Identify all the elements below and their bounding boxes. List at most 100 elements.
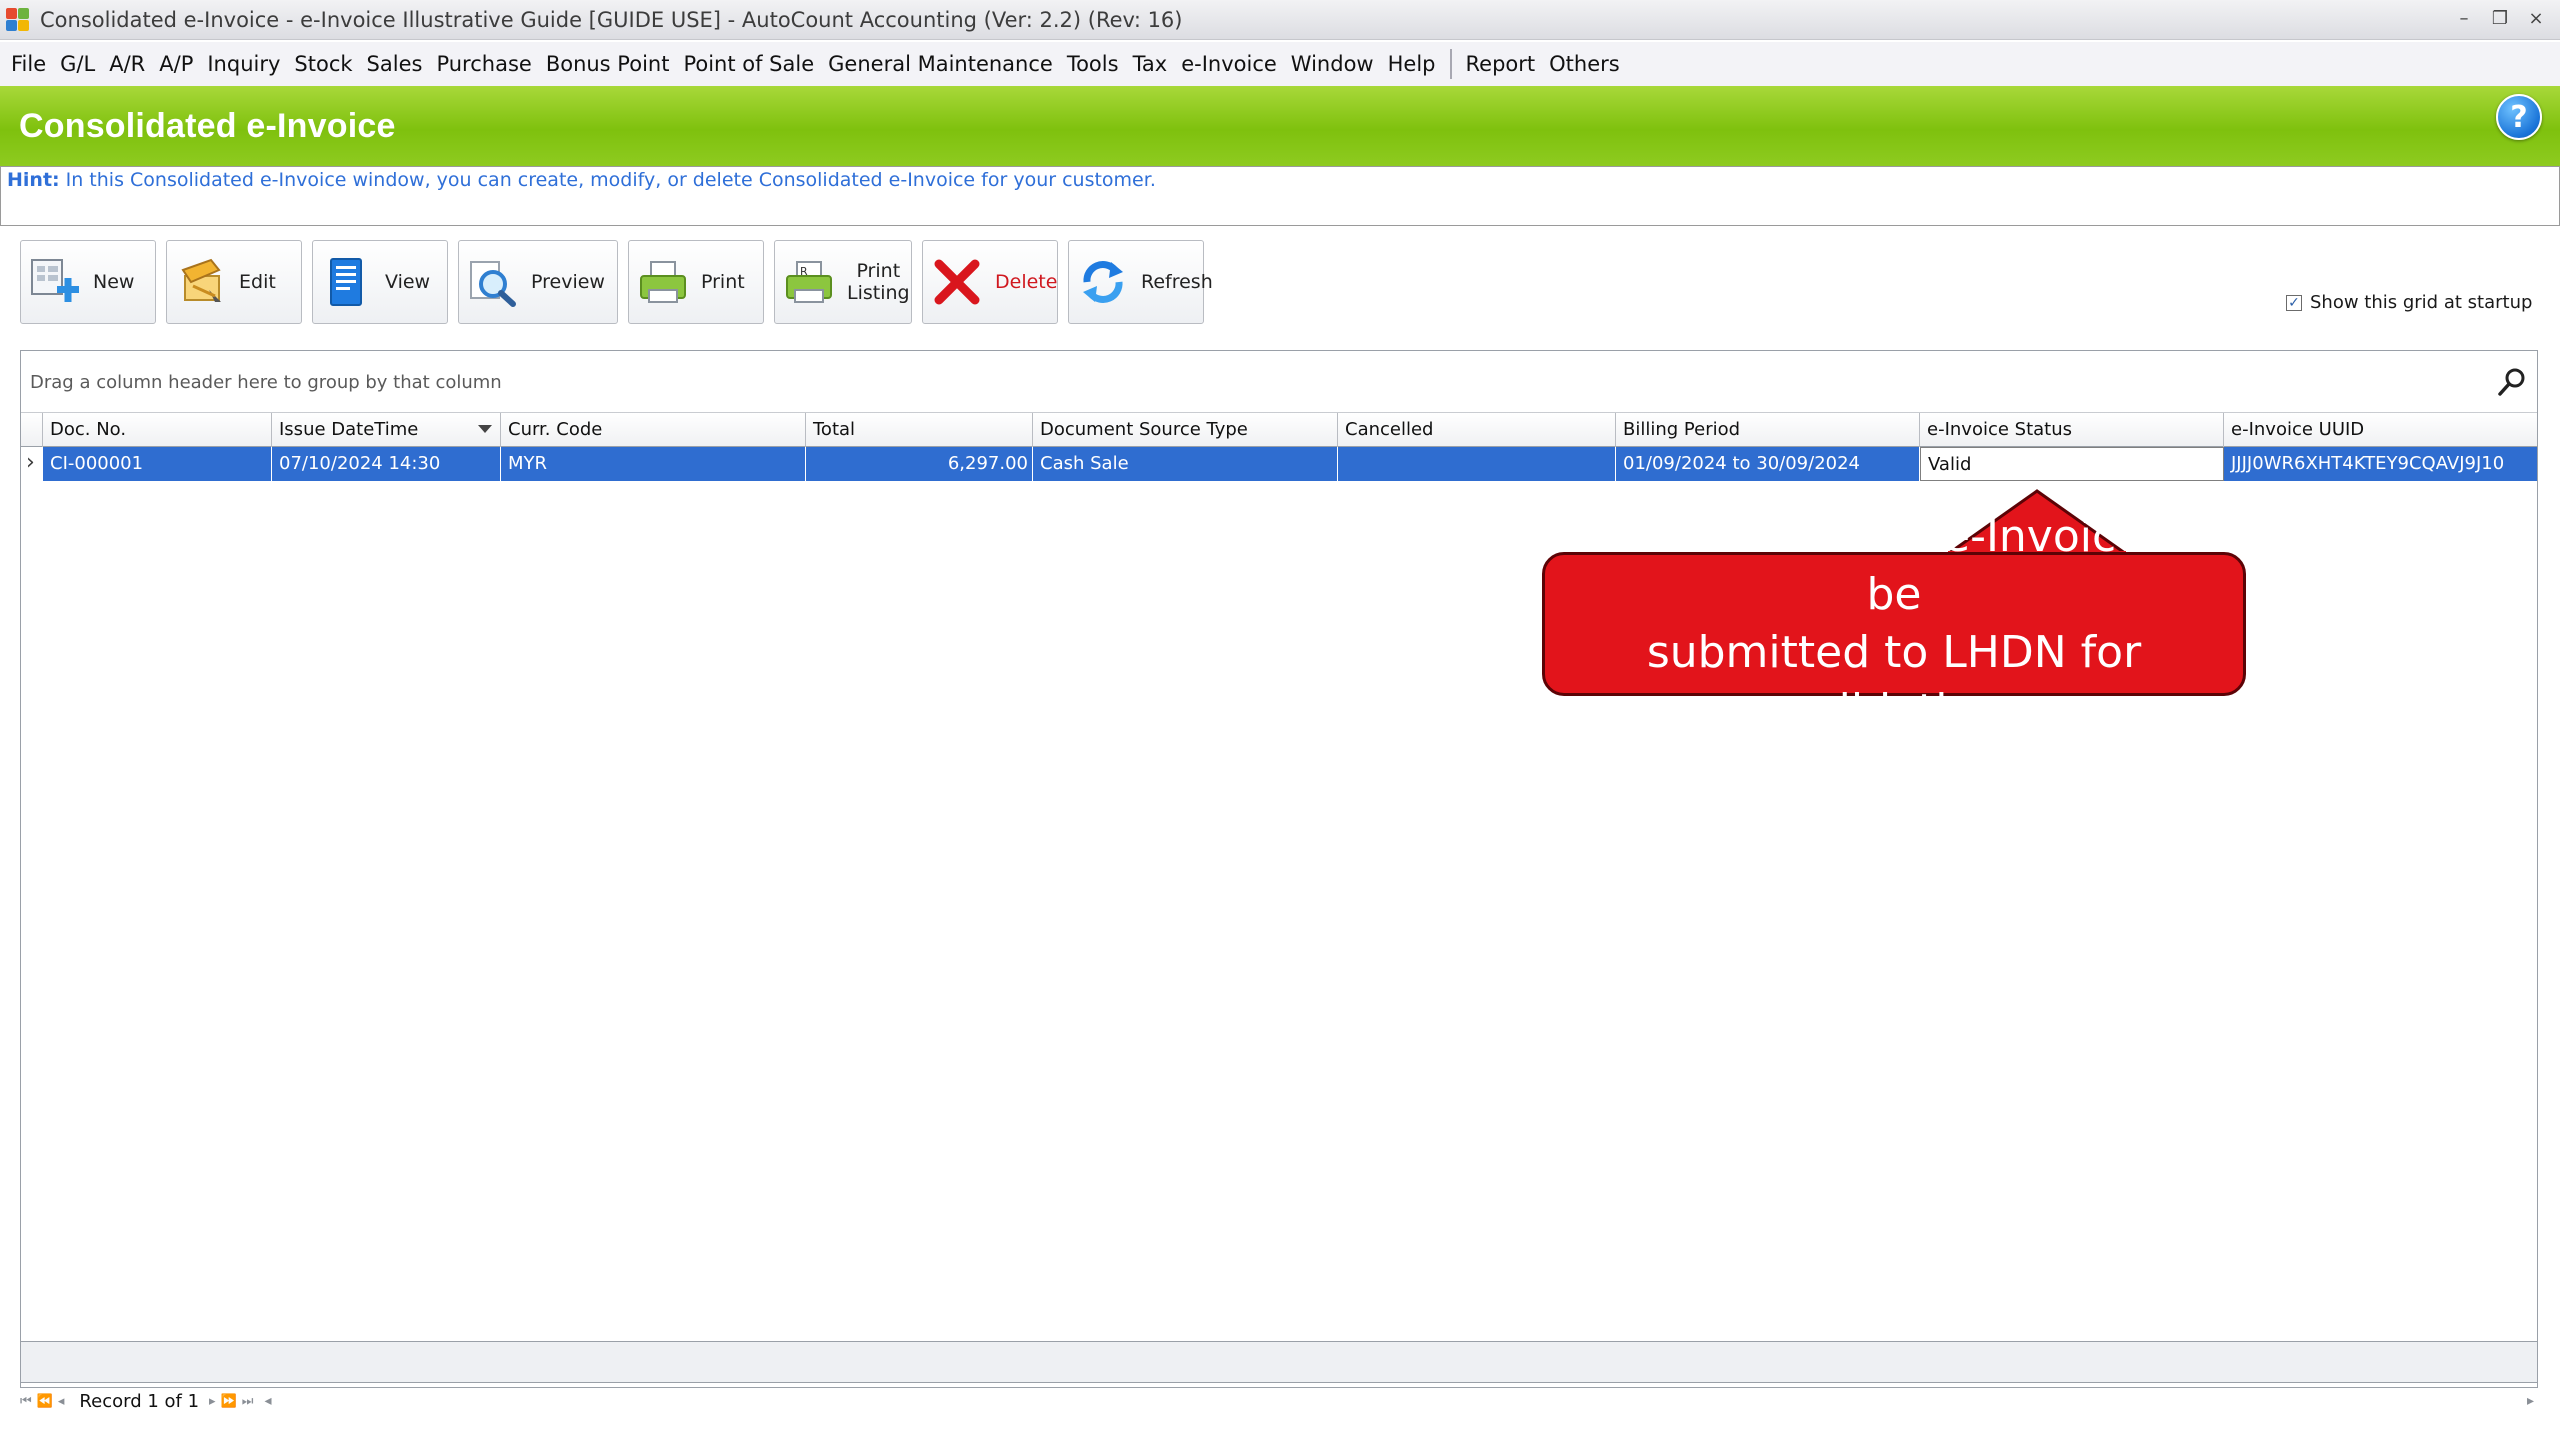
column-header-e-invoice-uuid[interactable]: e-Invoice UUID [2224, 413, 2537, 447]
view-button-label: View [385, 271, 431, 293]
page-header: Consolidated e-Invoice ? [0, 86, 2560, 166]
window-controls: – ❐ × [2446, 2, 2554, 34]
print-button[interactable]: Print [628, 240, 764, 324]
cell-e-invoice-status[interactable]: Valid [1920, 447, 2224, 481]
annotation-callout: 16. Consolidated e-Invoice will be submi… [1542, 511, 2246, 736]
toolbar: New Edit View Preview Print R Print List… [20, 240, 1214, 324]
column-header-billing-period[interactable]: Billing Period [1616, 413, 1920, 447]
column-header-curr-code[interactable]: Curr. Code [501, 413, 806, 447]
row-indicator-icon: › [21, 447, 43, 481]
scroll-right-arrow-icon[interactable]: ▸ [2527, 1393, 2534, 1409]
delete-x-icon [931, 256, 983, 308]
menu-point-of-sale[interactable]: Point of Sale [676, 52, 821, 76]
cell-doc-no[interactable]: CI-000001 [43, 447, 272, 481]
print-button-label: Print [701, 271, 745, 293]
menu-report[interactable]: Report [1459, 52, 1543, 76]
edit-button[interactable]: Edit [166, 240, 302, 324]
column-header-doc-no[interactable]: Doc. No. [43, 413, 272, 447]
menu-general-maintenance[interactable]: General Maintenance [821, 52, 1060, 76]
restore-button[interactable]: ❐ [2482, 2, 2518, 34]
column-header-cancelled[interactable]: Cancelled [1338, 413, 1616, 447]
column-header-total[interactable]: Total [806, 413, 1033, 447]
record-position-text: Record 1 of 1 [79, 1390, 200, 1412]
menu-window[interactable]: Window [1284, 52, 1381, 76]
menu-gl[interactable]: G/L [53, 52, 102, 76]
menu-tools[interactable]: Tools [1060, 52, 1126, 76]
print-listing-label-line2: Listing [847, 282, 910, 304]
menu-e-invoice[interactable]: e-Invoice [1174, 52, 1284, 76]
edit-button-label: Edit [239, 271, 276, 293]
preview-button-label: Preview [531, 271, 605, 293]
column-header-e-invoice-status[interactable]: e-Invoice Status [1920, 413, 2224, 447]
grid-footer-panel [21, 1341, 2537, 1383]
new-button-label: New [93, 271, 135, 293]
cell-document-source-type[interactable]: Cash Sale [1033, 447, 1338, 481]
window-title: Consolidated e-Invoice - e-Invoice Illus… [40, 7, 1183, 32]
next-page-button[interactable]: ⏩ [221, 1394, 237, 1409]
menu-inquiry[interactable]: Inquiry [200, 52, 287, 76]
menu-others[interactable]: Others [1542, 52, 1627, 76]
previous-page-button[interactable]: ⏪ [37, 1394, 53, 1409]
cell-e-invoice-uuid[interactable]: JJJJ0WR6XHT4KTEY9CQAVJ9J10 [2224, 447, 2537, 481]
show-grid-at-startup: ✓ Show this grid at startup [2286, 292, 2532, 313]
refresh-icon [1077, 256, 1129, 308]
record-navigator: ⏮ ⏪ ◂ Record 1 of 1 ▸ ⏩ ⏭ ◂ ▸ [20, 1388, 2538, 1414]
menu-tax[interactable]: Tax [1126, 52, 1175, 76]
view-button[interactable]: View [312, 240, 448, 324]
show-grid-checkbox[interactable]: ✓ [2286, 294, 2302, 311]
menu-purchase[interactable]: Purchase [429, 52, 538, 76]
group-by-hint: Drag a column header here to group by th… [30, 372, 502, 393]
menu-ap[interactable]: A/P [152, 52, 200, 76]
hint-text: In this Consolidated e-Invoice window, y… [65, 169, 1156, 191]
new-button[interactable]: New [20, 240, 156, 324]
delete-button-label: Delete [995, 271, 1058, 293]
row-indicator-header [21, 413, 43, 447]
menu-help[interactable]: Help [1381, 52, 1443, 76]
printer-icon [637, 256, 689, 308]
last-record-button[interactable]: ⏭ [242, 1394, 254, 1409]
menu-sales[interactable]: Sales [360, 52, 430, 76]
main-menu-bar: File G/L A/R A/P Inquiry Stock Sales Pur… [0, 42, 2560, 86]
menu-file[interactable]: File [4, 52, 53, 76]
print-listing-button[interactable]: R Print Listing [774, 240, 912, 324]
cell-issue-datetime[interactable]: 07/10/2024 14:30 [272, 447, 501, 481]
cell-billing-period[interactable]: 01/09/2024 to 30/09/2024 [1616, 447, 1920, 481]
menu-bonus-point[interactable]: Bonus Point [539, 52, 677, 76]
print-listing-icon: R [783, 256, 835, 308]
page-title: Consolidated e-Invoice [19, 106, 396, 145]
window-title-bar: Consolidated e-Invoice - e-Invoice Illus… [0, 0, 2560, 40]
menu-separator [1449, 49, 1452, 79]
hint-label: Hint: [7, 169, 60, 191]
help-icon[interactable]: ? [2496, 94, 2542, 140]
sort-descending-icon [478, 425, 492, 433]
grid-header-row: Doc. No. Issue DateTime Curr. Code Total… [21, 413, 2537, 447]
autocount-app-icon [6, 7, 30, 32]
new-document-icon [29, 256, 81, 308]
menu-stock[interactable]: Stock [287, 52, 359, 76]
first-record-button[interactable]: ⏮ [20, 1394, 32, 1409]
refresh-button[interactable]: Refresh [1068, 240, 1213, 324]
show-grid-checkbox-label: Show this grid at startup [2310, 292, 2533, 313]
table-row[interactable]: › CI-000001 07/10/2024 14:30 MYR 6,297.0… [21, 447, 2537, 481]
callout-line-2: submitted to LHDN for validation [1646, 627, 2142, 736]
cell-cancelled[interactable] [1338, 447, 1616, 481]
cell-total[interactable]: 6,297.00 [806, 447, 1033, 481]
edit-pencil-icon [175, 256, 227, 308]
column-header-document-source-type[interactable]: Document Source Type [1033, 413, 1338, 447]
minimize-button[interactable]: – [2446, 2, 2482, 34]
hint-line: Hint: In this Consolidated e-Invoice wind… [7, 167, 2553, 191]
delete-button[interactable]: Delete [922, 240, 1058, 324]
previous-record-button[interactable]: ◂ [58, 1394, 65, 1409]
search-icon[interactable] [2497, 367, 2527, 397]
menu-ar[interactable]: A/R [102, 52, 152, 76]
group-by-panel[interactable]: Drag a column header here to group by th… [21, 351, 2537, 413]
close-button[interactable]: × [2518, 2, 2554, 34]
preview-magnifier-icon [467, 256, 519, 308]
column-header-issue-datetime[interactable]: Issue DateTime [272, 413, 501, 447]
next-record-button[interactable]: ▸ [209, 1394, 216, 1409]
preview-button[interactable]: Preview [458, 240, 618, 324]
consolidated-invoice-grid: Drag a column header here to group by th… [20, 350, 2538, 1388]
cell-curr-code[interactable]: MYR [501, 447, 806, 481]
scroll-left-arrow-icon[interactable]: ◂ [264, 1393, 271, 1409]
issue-datetime-header-label: Issue DateTime [279, 419, 419, 440]
